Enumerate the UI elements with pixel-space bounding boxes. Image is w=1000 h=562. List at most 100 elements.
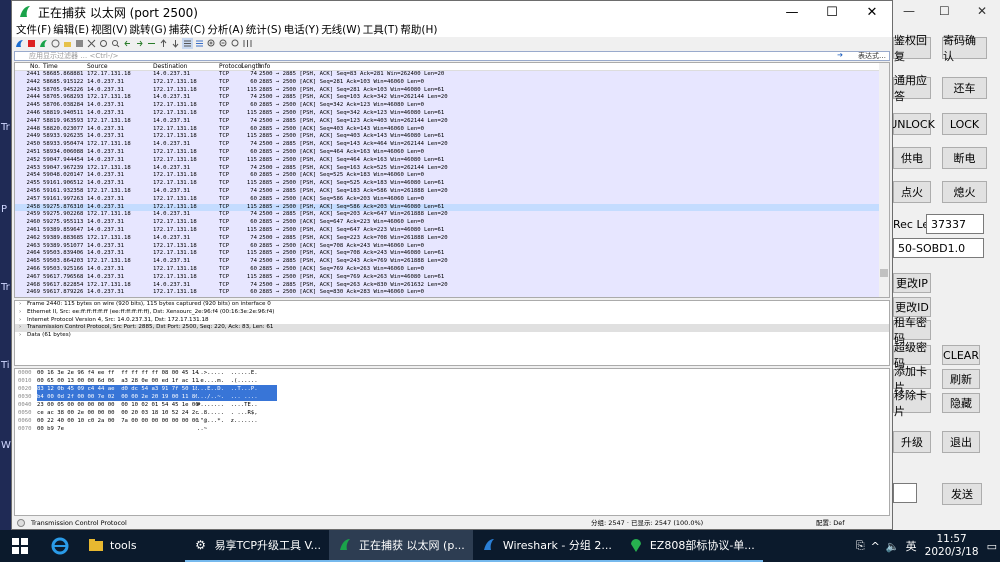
detail-row[interactable]: › Ethernet II, Src: ee:ff:ff:ff:ff:ff (ee… bbox=[15, 309, 889, 317]
maximize-button[interactable]: ☐ bbox=[812, 1, 852, 23]
bg-minimize-button[interactable]: — bbox=[903, 4, 915, 18]
table-row[interactable]: 2461 59389.859647 14.0.237.31 172.17.131.18… bbox=[15, 226, 889, 235]
packet-bytes[interactable]: 0000 00 16 3e 2e 96 f4 ee ff ff ff ff ff … bbox=[14, 368, 890, 516]
table-row[interactable]: 2460 59275.955113 14.0.237.31 172.17.131.18… bbox=[15, 219, 889, 227]
ime-indicator[interactable]: 英 bbox=[906, 538, 917, 554]
return-car-button[interactable]: 还车 bbox=[942, 77, 987, 99]
capture-status-icon[interactable] bbox=[17, 519, 25, 527]
zoom-out-icon[interactable] bbox=[218, 38, 229, 49]
change-ip-button[interactable]: 更改IP bbox=[893, 273, 931, 293]
send-button[interactable]: 发送 bbox=[942, 483, 982, 505]
zoom-in-icon[interactable] bbox=[206, 38, 217, 49]
menu-analyze[interactable]: 分析(A) bbox=[206, 23, 244, 37]
column-time[interactable]: Time bbox=[43, 63, 87, 70]
column-info[interactable]: Info bbox=[259, 63, 889, 70]
table-row[interactable]: 2455 59161.906512 14.0.237.31 172.17.131.18… bbox=[15, 180, 889, 188]
super-password-button[interactable]: 超级密码 bbox=[893, 341, 931, 370]
flameout-button[interactable]: 熄火 bbox=[942, 181, 987, 203]
taskbar-tcp-upgrade[interactable]: ⚙ 易享TCP升级工具 V... bbox=[184, 530, 330, 562]
expression-button[interactable]: 表达式… bbox=[858, 51, 886, 61]
menu-help[interactable]: 帮助(H) bbox=[399, 23, 438, 37]
menu-view[interactable]: 视图(V) bbox=[90, 23, 128, 37]
menu-telephony[interactable]: 电话(Y) bbox=[283, 23, 321, 37]
open-file-icon[interactable] bbox=[62, 38, 73, 49]
general-reply-button[interactable]: 通用应答 bbox=[893, 74, 931, 103]
taskbar-tools[interactable]: tools bbox=[80, 530, 145, 562]
table-row[interactable]: 2464 59503.839406 14.0.237.31 172.17.131.18… bbox=[15, 250, 889, 259]
table-row[interactable]: 2443 58705.945226 14.0.237.31 172.17.131.18… bbox=[15, 86, 889, 95]
table-row[interactable]: 2457 59161.997263 14.0.237.31 172.17.131.18… bbox=[15, 195, 889, 204]
expand-chevron-icon[interactable]: › bbox=[19, 309, 27, 317]
bg-close-button[interactable]: ✕ bbox=[977, 4, 987, 18]
upgrade-button[interactable]: 升级 bbox=[893, 431, 931, 453]
expand-chevron-icon[interactable]: › bbox=[19, 332, 27, 340]
profile-label[interactable]: 配置: Def bbox=[816, 518, 845, 529]
refresh-button[interactable]: 刷新 bbox=[942, 369, 980, 389]
exit-button[interactable]: 退出 bbox=[942, 431, 980, 453]
ignite-button[interactable]: 点火 bbox=[893, 181, 931, 203]
find-packet-icon[interactable] bbox=[110, 38, 121, 49]
clear-button[interactable]: CLEAR bbox=[942, 345, 980, 365]
lock-button[interactable]: LOCK bbox=[942, 113, 987, 135]
table-row[interactable]: 2452 59047.944454 14.0.237.31 172.17.131.18… bbox=[15, 156, 889, 165]
expand-chevron-icon[interactable]: › bbox=[19, 317, 27, 325]
go-forward-icon[interactable] bbox=[134, 38, 145, 49]
table-row[interactable]: 2456 59161.932358 172.17.131.18 14.0.237.31… bbox=[15, 187, 889, 196]
menu-statistics[interactable]: 统计(S) bbox=[245, 23, 283, 37]
expand-chevron-icon[interactable]: › bbox=[19, 324, 27, 332]
detail-row[interactable]: › Frame 2440: 115 bytes on wire (920 bits… bbox=[15, 301, 889, 309]
add-card-button[interactable]: 添加卡片 bbox=[893, 365, 931, 394]
table-row[interactable]: 2458 59275.876310 14.0.237.31 172.17.131.18… bbox=[15, 203, 889, 212]
chevron-up-icon[interactable]: ^ bbox=[871, 540, 880, 553]
menu-edit[interactable]: 编辑(E) bbox=[52, 23, 90, 37]
packet-list[interactable]: No. Time Source Destination Protocol Len… bbox=[14, 62, 890, 298]
menu-capture[interactable]: 捕获(C) bbox=[168, 23, 207, 37]
start-capture-icon[interactable] bbox=[14, 38, 25, 49]
go-back-icon[interactable] bbox=[122, 38, 133, 49]
apply-filter-icon[interactable]: ➔ bbox=[837, 51, 843, 59]
power-supply-button[interactable]: 供电 bbox=[893, 147, 931, 169]
minimize-button[interactable]: — bbox=[772, 1, 812, 23]
table-row[interactable]: 2459 59275.902268 172.17.131.18 14.0.237.31… bbox=[15, 211, 889, 220]
column-destination[interactable]: Destination bbox=[153, 63, 219, 70]
table-row[interactable]: 2468 59617.822854 172.17.131.18 14.0.237.31… bbox=[15, 281, 889, 290]
column-protocol[interactable]: Protocol bbox=[219, 63, 243, 70]
colorize-icon[interactable] bbox=[194, 38, 205, 49]
taskbar-wireshark-group[interactable]: Wireshark - 分组 2... bbox=[472, 530, 620, 562]
table-row[interactable]: 2444 58705.968293 172.17.131.18 14.0.237.31… bbox=[15, 94, 889, 103]
table-row[interactable]: 2446 58819.940511 14.0.237.31 172.17.131.18… bbox=[15, 109, 889, 118]
display-filter-input[interactable]: 应用显示过滤器 … <Ctrl-/> ➔ 表达式… bbox=[14, 51, 890, 61]
menu-tools[interactable]: 工具(T) bbox=[362, 23, 400, 37]
resize-columns-icon[interactable] bbox=[242, 38, 253, 49]
go-to-packet-icon[interactable] bbox=[146, 38, 157, 49]
last-packet-icon[interactable] bbox=[170, 38, 181, 49]
remove-card-button[interactable]: 移除卡片 bbox=[893, 389, 931, 418]
internet-explorer-icon[interactable] bbox=[40, 530, 80, 562]
autoscroll-icon[interactable] bbox=[182, 38, 193, 49]
unlock-button[interactable]: UNLOCK bbox=[889, 113, 935, 135]
first-packet-icon[interactable] bbox=[158, 38, 169, 49]
column-no[interactable]: No. bbox=[15, 63, 43, 70]
expand-chevron-icon[interactable]: › bbox=[19, 301, 27, 309]
bg-maximize-button[interactable]: ☐ bbox=[939, 4, 950, 18]
model-field[interactable]: 50-SOBD1.0 bbox=[893, 238, 984, 258]
table-row[interactable]: 2450 58933.950474 172.17.131.18 14.0.237.31… bbox=[15, 141, 889, 149]
taskbar-ez808[interactable]: EZ808部标协议-单... bbox=[619, 530, 763, 562]
auth-reply-button[interactable]: 鉴权回复 bbox=[893, 34, 931, 63]
send-input[interactable] bbox=[893, 483, 917, 503]
reload-icon[interactable] bbox=[98, 38, 109, 49]
table-row[interactable]: 2465 59503.864203 172.17.131.18 14.0.237.31… bbox=[15, 258, 889, 266]
close-file-icon[interactable] bbox=[86, 38, 97, 49]
packet-list-scrollbar[interactable] bbox=[879, 63, 889, 297]
packet-details[interactable]: › Frame 2440: 115 bytes on wire (920 bits… bbox=[14, 300, 890, 366]
menu-file[interactable]: 文件(F) bbox=[15, 23, 52, 37]
menu-go[interactable]: 跳转(G) bbox=[128, 23, 167, 37]
table-row[interactable]: 2449 58933.926235 14.0.237.31 172.17.131.18… bbox=[15, 133, 889, 142]
capture-options-icon[interactable] bbox=[50, 38, 61, 49]
save-file-icon[interactable] bbox=[74, 38, 85, 49]
restart-capture-icon[interactable] bbox=[38, 38, 49, 49]
table-row[interactable]: 2466 59503.925166 14.0.237.31 172.17.131.18… bbox=[15, 265, 889, 274]
table-row[interactable]: 2442 58685.915122 14.0.237.31 172.17.131.18… bbox=[15, 78, 889, 87]
detail-row[interactable]: › Data (61 bytes) bbox=[15, 332, 889, 340]
detail-row[interactable]: › Transmission Control Protocol, Src Port… bbox=[15, 324, 889, 333]
